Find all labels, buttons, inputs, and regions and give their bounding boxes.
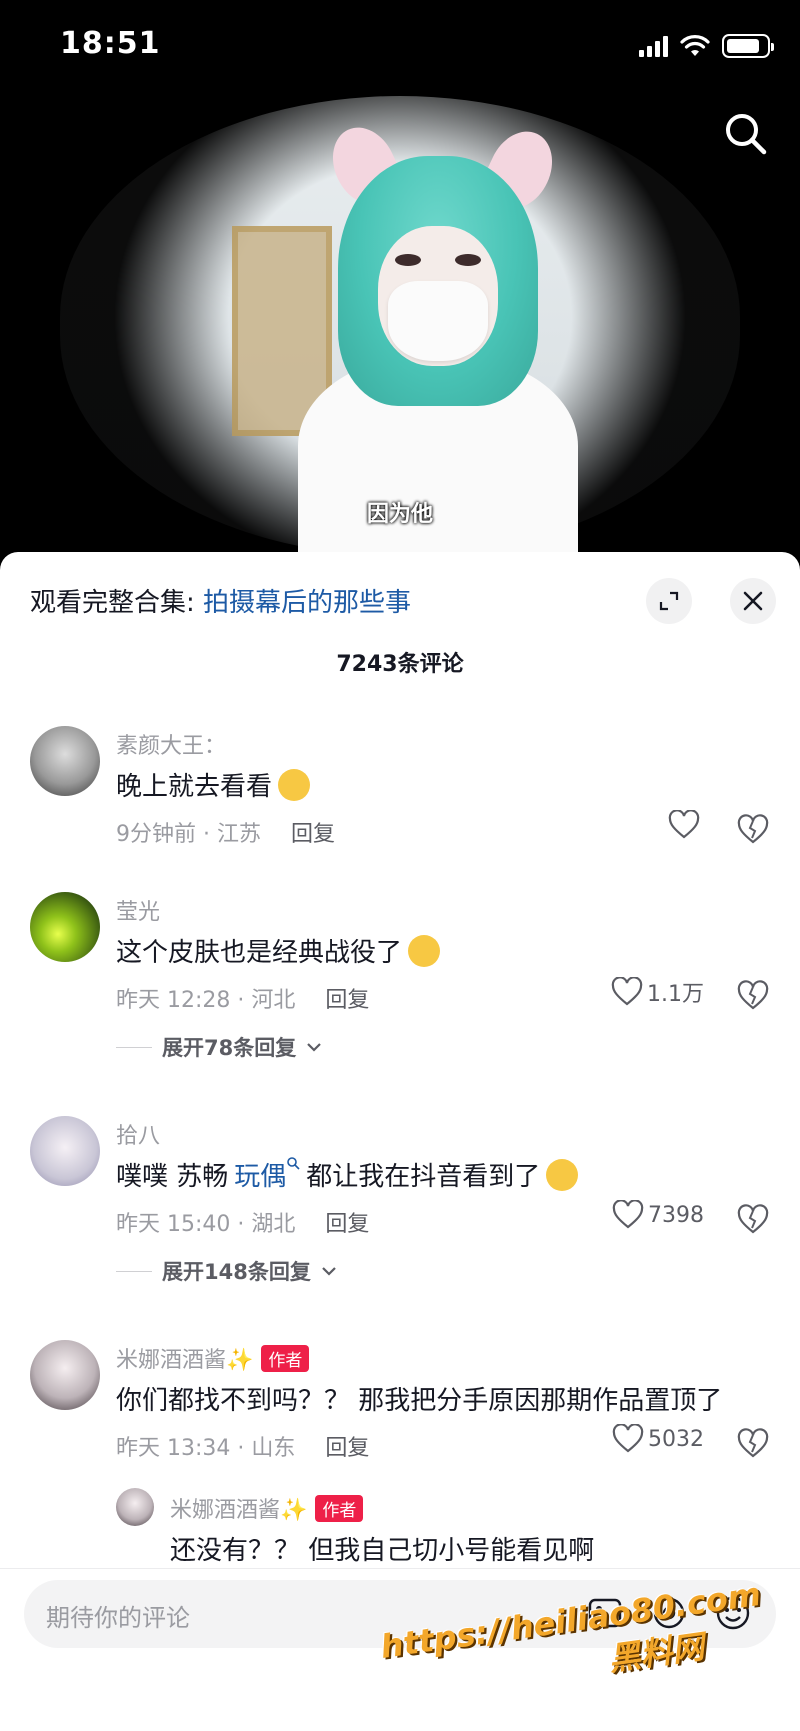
comment-username[interactable]: 拾八 [116,1118,160,1150]
comment-username[interactable]: 素颜大王： [116,728,226,760]
status-time: 18:51 [60,26,161,61]
like-button[interactable] [668,810,704,840]
comment-text-content: 你们都找不到吗？？ 那我把分手原因那期作品置顶了 [116,1386,723,1416]
like-count: 5032 [648,1426,704,1452]
comment-time-location: 昨天 15:40 · 湖北 [116,1212,296,1237]
mention-label: 玩偶 [234,1162,287,1192]
heart-icon [668,810,700,839]
dislike-icon[interactable] [736,1426,770,1460]
comment-text: 这个皮肤也是经典战役了 [116,932,441,969]
comment-meta: 9分钟前 · 江苏 回复 [116,816,335,848]
reply-text: 还没有？？ 但我自己切小号能看见啊 [170,1530,594,1567]
reply-button[interactable]: 回复 [291,816,335,848]
reply-text-content: 还没有？？ 但我自己切小号能看见啊 [170,1536,595,1566]
comment-time-location: 昨天 12:28 · 河北 [116,988,296,1013]
expand-replies-label: 展开148条回复 [162,1260,311,1284]
dislike-icon[interactable] [736,812,770,846]
expand-icon [659,591,679,611]
comment-username[interactable]: 米娜酒酒酱✨ 作者 [116,1342,310,1374]
figure-eye-right [455,254,481,266]
reply-button[interactable]: 回复 [325,982,369,1014]
comment-text: 你们都找不到吗？？ 那我把分手原因那期作品置顶了 [116,1380,722,1417]
comment-meta: 昨天 13:34 · 山东 回复 [116,1430,369,1462]
search-mention-link[interactable]: 玩偶 [234,1156,300,1193]
moved-emoji-icon [278,768,311,801]
video-subtitle: 因为他 [366,502,433,527]
status-icons [639,34,774,58]
comment-username[interactable]: 莹光 [116,894,160,926]
avatar[interactable] [30,892,100,962]
dislike-icon[interactable] [736,1202,770,1236]
comment-sheet: 观看完整合集: 拍摄幕后的那些事 7243条评论 素颜大王： 晚上就去看看 9分… [0,552,800,1731]
comment-text: 晚上就去看看 [116,766,311,803]
battery-icon [722,34,774,58]
comment-text-content: 晚上就去看看 [116,772,273,802]
comment-text-content: 这个皮肤也是经典战役了 [116,938,403,968]
heart-icon [612,1200,644,1229]
like-button[interactable]: 5032 [612,1424,704,1454]
collection-link[interactable]: 拍摄幕后的那些事 [203,588,411,618]
collection-bar[interactable]: 观看完整合集: 拍摄幕后的那些事 [30,582,411,619]
collection-prefix: 观看完整合集: [30,588,204,618]
heart-icon [612,1424,644,1453]
comment-meta: 昨天 12:28 · 河北 回复 [116,982,369,1014]
comment-text-suffix: 都让我在抖音看到了 [306,1162,541,1192]
heart-icon [611,977,643,1006]
reply-button[interactable]: 回复 [325,1430,369,1462]
divider [0,1568,800,1569]
comment-time-location: 9分钟前 · 江苏 [116,822,261,847]
like-count: 7398 [648,1202,704,1228]
search-icon[interactable] [722,110,768,156]
dislike-icon[interactable] [736,978,770,1012]
reply-button[interactable]: 回复 [325,1206,369,1238]
author-badge: 作者 [315,1494,364,1522]
expand-replies-button[interactable]: 展开78条回复 [116,1032,322,1062]
fullscreen-button[interactable] [646,578,692,624]
like-button[interactable]: 7398 [612,1200,704,1230]
crying-emoji-icon [546,1158,579,1191]
figure-eye-left [395,254,421,266]
status-bar: 18:51 [0,0,800,96]
avatar[interactable] [30,1116,100,1186]
avatar[interactable] [30,1340,100,1410]
username-text: 莹光 [116,900,161,925]
smile-emoji-icon [408,934,441,967]
comment-time-location: 昨天 13:34 · 山东 [116,1436,296,1461]
face-mask [388,281,488,361]
search-icon [287,1157,300,1170]
close-button[interactable] [730,578,776,624]
username-text: 米娜酒酒酱✨ [116,1348,254,1373]
divider [116,1046,152,1048]
comment-text: 噗噗 苏畅 玩偶 都让我在抖音看到了 [116,1156,579,1193]
username-text: 米娜酒酒酱✨ [170,1498,308,1523]
author-badge: 作者 [261,1344,310,1372]
signal-icon [639,35,668,57]
expand-replies-label: 展开78条回复 [162,1036,297,1060]
comment-input-placeholder: 期待你的评论 [46,1604,190,1632]
video-player[interactable]: 因为他 [0,96,800,556]
chevron-down-icon [322,1267,336,1276]
username-text: 素颜大王： [116,734,227,759]
wifi-icon [680,35,710,56]
avatar[interactable] [30,726,100,796]
reply-username[interactable]: 米娜酒酒酱✨ 作者 [170,1492,364,1524]
like-button[interactable]: 1.1万 [611,976,704,1008]
comment-count: 7243条评论 [336,652,464,677]
like-count: 1.1万 [647,982,704,1007]
comment-text-content: 噗噗 苏畅 [116,1162,229,1192]
video-frame [60,96,740,556]
chevron-down-icon [307,1043,322,1052]
comment-meta: 昨天 15:40 · 湖北 回复 [116,1206,369,1238]
expand-replies-button[interactable]: 展开148条回复 [116,1256,337,1286]
close-icon [743,591,763,611]
username-text: 拾八 [116,1124,161,1149]
avatar[interactable] [116,1488,154,1526]
divider [116,1270,152,1272]
